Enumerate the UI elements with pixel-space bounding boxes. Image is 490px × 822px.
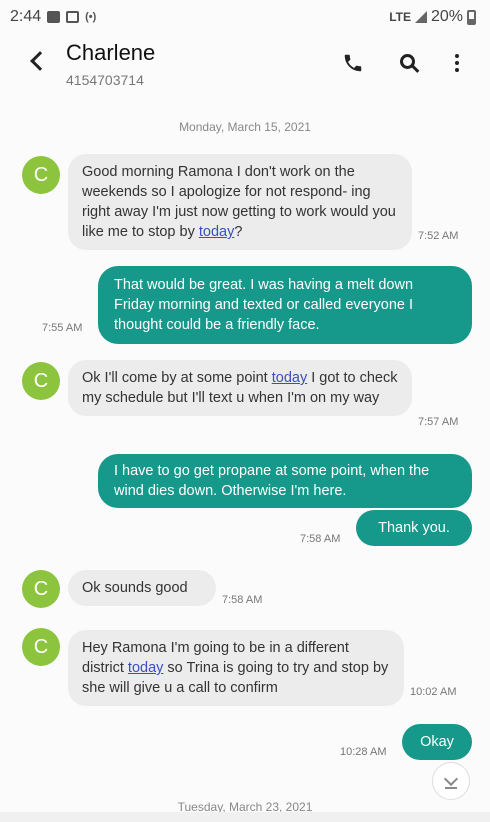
status-time: 2:44 — [10, 8, 42, 25]
image-notification-icon — [66, 11, 80, 23]
message-bubble-outgoing[interactable]: Thank you. — [356, 510, 472, 546]
scroll-down-line — [445, 787, 457, 789]
status-left: 2:44 (•) — [10, 8, 96, 26]
message-link[interactable]: today — [199, 224, 234, 240]
message-link[interactable]: today — [128, 660, 163, 676]
message-text: ? — [234, 224, 243, 240]
scroll-down-icon — [443, 771, 459, 787]
more-vert-icon — [455, 54, 459, 72]
notification-icon — [47, 11, 61, 23]
contact-phone: 4154703714 — [66, 72, 144, 88]
message-time: 7:58 AM — [300, 533, 341, 545]
contact-avatar[interactable]: C — [22, 156, 60, 194]
message-bubble-incoming[interactable]: Ok sounds good — [68, 570, 216, 606]
back-chevron-icon — [30, 51, 50, 71]
contact-name[interactable]: Charlene — [66, 40, 155, 66]
message-bubble-outgoing[interactable]: I have to go get propane at some point, … — [98, 454, 472, 508]
message-link[interactable]: today — [272, 370, 307, 386]
contact-avatar[interactable]: C — [22, 362, 60, 400]
message-bubble-incoming[interactable]: Hey Ramona I'm going to be in a differen… — [68, 630, 404, 706]
bottom-divider — [0, 812, 490, 822]
battery-icon — [467, 9, 476, 25]
scroll-to-bottom-button[interactable] — [432, 762, 470, 800]
signal-icon — [414, 11, 427, 23]
message-time: 7:55 AM — [42, 322, 83, 334]
status-bar: 2:44 (•) LTE 20% — [0, 0, 490, 34]
back-button[interactable] — [20, 44, 54, 78]
search-icon — [399, 53, 415, 69]
message-text: Ok I'll come by at some point — [82, 370, 272, 386]
message-bubble-incoming[interactable]: Ok I'll come by at some point today I go… — [68, 360, 412, 416]
network-type: LTE — [389, 10, 411, 24]
contact-avatar[interactable]: C — [22, 628, 60, 666]
more-options-button[interactable] — [442, 48, 472, 78]
message-bubble-incoming[interactable]: Good morning Ramona I don't work on the … — [68, 154, 412, 250]
contact-avatar[interactable]: C — [22, 570, 60, 608]
message-time: 7:57 AM — [418, 416, 459, 428]
message-time: 10:28 AM — [340, 746, 387, 758]
call-button[interactable] — [338, 48, 368, 78]
phone-icon — [344, 54, 362, 72]
date-separator: Monday, March 15, 2021 — [179, 120, 311, 134]
conversation-header: Charlene 4154703714 — [0, 34, 490, 98]
message-time: 7:58 AM — [222, 594, 263, 606]
status-right: LTE 20% — [389, 8, 476, 26]
message-bubble-outgoing[interactable]: That would be great. I was having a melt… — [98, 266, 472, 344]
status-extra: (•) — [85, 11, 97, 23]
message-time: 7:52 AM — [418, 230, 459, 242]
message-bubble-outgoing[interactable]: Okay — [402, 724, 472, 760]
search-button[interactable] — [394, 48, 424, 78]
message-time: 10:02 AM — [410, 686, 457, 698]
battery-percent: 20% — [430, 8, 463, 25]
